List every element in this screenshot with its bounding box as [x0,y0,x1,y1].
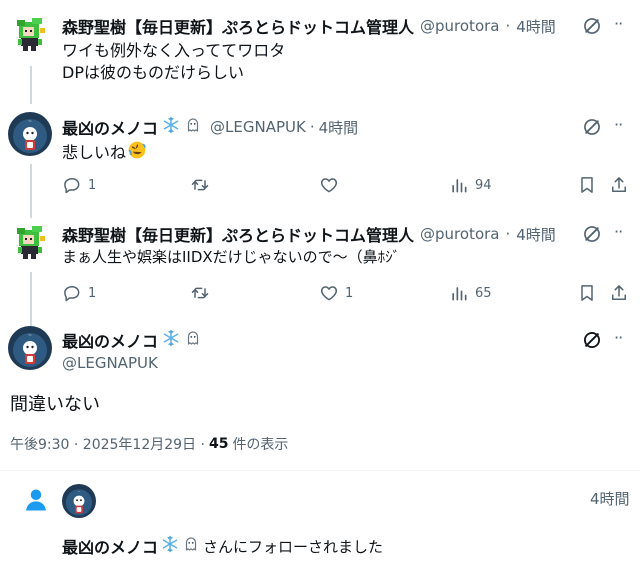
views-label: 件の表示 [232,437,289,453]
reply-icon [62,283,82,303]
ghost-emoji [184,116,202,138]
notification-text: 最凶のメノコ さんにフォローされました [62,534,383,558]
author-name[interactable]: 森野聖樹【毎日更新】ぷろとらドットコム管理人 [62,14,414,38]
like-icon [319,175,339,195]
thread-line [30,164,32,218]
author-handle[interactable]: @LEGNAPUK [210,118,306,136]
tweet-meta: 午後9:30 · 2025年12月29日 · 45 件の表示 [10,434,288,454]
tweet-header: 森野聖樹【毎日更新】ぷろとらドットコム管理人 @purotora · 4時間 [62,222,556,246]
separator-dot: · [505,225,511,243]
retweet-icon [190,283,210,303]
avatar[interactable] [62,484,96,518]
bookmark-icon[interactable] [577,175,597,195]
retweet-button[interactable] [190,175,210,195]
separator-dot: · [505,17,511,35]
share-icon[interactable] [609,283,629,303]
like-count: 1 [345,285,354,301]
reply-button[interactable]: 1 [62,283,96,303]
ghost-emoji [182,535,200,557]
like-button[interactable] [319,175,345,195]
views-count: 94 [475,177,492,193]
author-name[interactable]: 最凶のメノコ [62,115,158,139]
tweet-text-line: ワイも例外なく入っててワロタ [62,41,286,60]
avatar[interactable] [8,112,52,156]
views-icon [449,175,469,195]
reply-icon [62,175,82,195]
rofl-emoji [127,140,147,166]
like-icon [319,283,339,303]
tweet-actions: 1 1 65 [62,283,632,303]
follower-name[interactable]: 最凶のメノコ [62,534,158,558]
person-icon [22,486,50,514]
more-icon[interactable]: ·· [614,222,634,242]
more-icon[interactable]: ·· [614,115,634,135]
avatar[interactable] [14,14,54,54]
bookmark-icon[interactable] [577,283,597,303]
retweet-icon [190,175,210,195]
views-count: 65 [475,285,492,301]
author-name[interactable]: 森野聖樹【毎日更新】ぷろとらドットコム管理人 [62,222,414,246]
avatar[interactable] [14,222,54,262]
snowflake-emoji [161,535,179,557]
tweet-datetime[interactable]: 午後9:30 · 2025年12月29日 · [10,434,205,454]
tweet-header: 森野聖樹【毎日更新】ぷろとらドットコム管理人 @purotora · 4時間 [62,14,556,38]
grok-icon[interactable] [582,16,602,36]
snowflake-emoji [162,329,180,351]
grok-icon[interactable] [582,117,602,137]
tweet-text-content: 悲しいね [62,143,127,162]
tweet-text: 悲しいね [62,140,147,166]
grok-icon[interactable] [582,224,602,244]
more-icon[interactable]: ·· [614,328,634,348]
views-icon [449,283,469,303]
author-name[interactable]: 最凶のメノコ [62,328,158,352]
views-button[interactable]: 94 [449,175,492,195]
grok-icon[interactable] [582,330,602,350]
reply-count: 1 [88,285,97,301]
reply-button[interactable]: 1 [62,175,96,195]
thread-line [30,272,32,328]
author-handle[interactable]: @purotora [420,17,499,35]
snowflake-emoji [162,116,180,138]
notification-message: さんにフォローされました [203,537,384,556]
main-author: 最凶のメノコ [62,328,202,352]
retweet-button[interactable] [190,283,210,303]
notification-time[interactable]: 4時間 [590,488,630,509]
thread-line [30,66,32,104]
divider [0,470,640,471]
author-handle[interactable]: @LEGNAPUK [62,354,158,372]
separator-dot: · [309,118,315,136]
main-tweet-text: 間違いない [10,394,100,415]
ghost-emoji [184,329,202,351]
tweet-time[interactable]: 4時間 [516,224,556,245]
more-icon[interactable]: ·· [614,14,634,34]
views-count: 45 [208,436,229,452]
views-button[interactable]: 65 [449,283,492,303]
tweet-text-line: DPは彼のものだけらしい [62,63,244,82]
tweet-text: まぁ人生や娯楽はIIDXだけじゃないので〜（鼻ﾎｼﾞ [62,248,401,266]
like-button[interactable]: 1 [319,283,353,303]
reply-count: 1 [88,177,97,193]
share-icon[interactable] [609,175,629,195]
avatar[interactable] [8,326,52,370]
tweet-actions: 1 94 [62,175,632,195]
tweet-header: 最凶のメノコ @LEGNAPUK · 4時間 [62,115,358,139]
author-handle[interactable]: @purotora [420,225,499,243]
tweet-time[interactable]: 4時間 [516,16,556,37]
tweet-text: ワイも例外なく入っててワロタ DPは彼のものだけらしい [62,40,285,84]
tweet-time[interactable]: 4時間 [319,117,359,138]
